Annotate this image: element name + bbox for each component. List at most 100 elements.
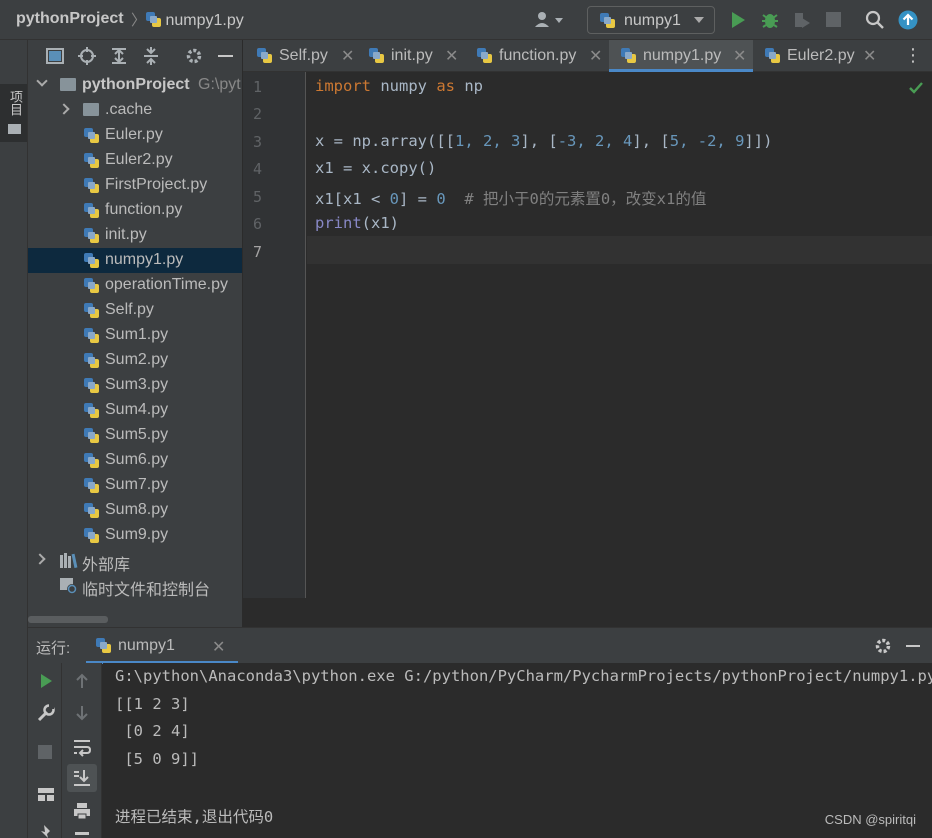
python-icon	[96, 638, 111, 653]
code-line-4: x1 = x.copy()	[315, 159, 437, 177]
run-configuration-dropdown[interactable]: numpy1	[587, 6, 715, 34]
project-panel: pythonProject G:\pyt .cache Euler.py Eul…	[28, 40, 242, 627]
tree-item-file-selected[interactable]: numpy1.py	[28, 248, 242, 273]
run-icon[interactable]	[728, 10, 748, 30]
python-file-icon	[84, 428, 99, 443]
close-icon[interactable]: ✕	[445, 46, 458, 66]
tree-item-file[interactable]: Self.py	[28, 298, 242, 323]
python-file-icon	[84, 128, 99, 143]
tab-euler2-py[interactable]: Euler2.py ✕	[757, 40, 883, 72]
tab-numpy1-py[interactable]: numpy1.py ✕	[609, 40, 753, 72]
line-number-gutter: 1 2 3 4 5 6 7	[243, 72, 306, 598]
print-icon[interactable]	[72, 801, 92, 821]
tree-item-file[interactable]: Euler2.py	[28, 148, 242, 173]
more-tabs-icon[interactable]: ⋮	[903, 46, 923, 66]
tree-item-cache[interactable]: .cache	[28, 98, 242, 123]
tree-item-file[interactable]: Sum4.py	[28, 398, 242, 423]
run-configuration-label: numpy1	[624, 12, 681, 29]
breadcrumb-project[interactable]: pythonProject	[16, 10, 124, 28]
tree-item-file[interactable]: Sum9.py	[28, 523, 242, 548]
python-file-icon	[84, 253, 99, 268]
locate-file-icon[interactable]	[78, 47, 96, 65]
wrench-icon[interactable]	[36, 703, 56, 723]
tree-item-file[interactable]: Euler.py	[28, 123, 242, 148]
python-file-icon	[257, 48, 272, 63]
tree-item-file[interactable]: Sum5.py	[28, 423, 242, 448]
line-number: 2	[253, 105, 263, 123]
tree-item-file[interactable]: FirstProject.py	[28, 173, 242, 198]
arrow-up-icon[interactable]	[72, 671, 92, 691]
gear-icon[interactable]	[185, 47, 203, 65]
tab-function-py[interactable]: function.py ✕	[469, 40, 607, 72]
close-icon[interactable]: ✕	[733, 46, 746, 66]
console-line: [5 0 9]]	[115, 750, 199, 768]
hide-panel-icon[interactable]	[218, 55, 233, 57]
stop-icon[interactable]	[826, 12, 841, 27]
console-line: [0 2 4]	[115, 722, 190, 740]
gear-icon[interactable]	[874, 637, 892, 655]
checkmark-icon[interactable]	[908, 80, 924, 96]
tree-item-file[interactable]: Sum1.py	[28, 323, 242, 348]
expand-all-icon[interactable]	[110, 47, 128, 65]
code-line-3: x = np.array([[1, 2, 3], [-3, 2, 4], [5,…	[315, 132, 773, 150]
python-file-icon	[84, 328, 99, 343]
tree-item-file[interactable]: Sum2.py	[28, 348, 242, 373]
tree-item-file[interactable]: Sum8.py	[28, 498, 242, 523]
search-icon[interactable]	[865, 10, 885, 30]
code-editor[interactable]: import numpy as np x = np.array([[1, 2, …	[307, 72, 932, 598]
python-file-icon	[84, 403, 99, 418]
close-icon[interactable]: ✕	[212, 637, 225, 657]
python-file-icon	[84, 203, 99, 218]
trash-icon[interactable]	[72, 829, 92, 838]
run-console[interactable]: G:\python\Anaconda3\python.exe G:/python…	[103, 663, 932, 838]
current-line-highlight	[307, 236, 932, 264]
tab-init-py[interactable]: init.py ✕	[361, 40, 465, 72]
project-toolbar	[28, 40, 242, 72]
rerun-icon[interactable]	[36, 671, 56, 691]
debug-icon[interactable]	[760, 10, 780, 30]
collapse-panel-icon[interactable]	[46, 47, 64, 65]
stop-icon[interactable]	[38, 745, 52, 759]
close-icon[interactable]: ✕	[341, 46, 354, 66]
tree-item-scratches[interactable]: 临时文件和控制台	[28, 573, 242, 598]
layout-icon[interactable]	[36, 785, 56, 805]
close-icon[interactable]: ✕	[863, 46, 876, 66]
tree-item-file[interactable]: function.py	[28, 198, 242, 223]
close-icon[interactable]: ✕	[589, 46, 602, 66]
tree-item-file[interactable]: Sum6.py	[28, 448, 242, 473]
project-tool-tab-label: 项目	[8, 90, 23, 116]
tree-item-file[interactable]: Sum7.py	[28, 473, 242, 498]
tab-self-py[interactable]: Self.py ✕	[249, 40, 357, 72]
python-file-icon	[84, 528, 99, 543]
tree-item-file[interactable]: operationTime.py	[28, 273, 242, 298]
tree-item-file[interactable]: Sum3.py	[28, 373, 242, 398]
horizontal-scrollbar[interactable]	[28, 616, 108, 623]
tree-item-file[interactable]: init.py	[28, 223, 242, 248]
line-number: 3	[253, 133, 263, 151]
tree-root-project[interactable]: pythonProject G:\pyt	[28, 73, 242, 98]
console-line: [[1 2 3]	[115, 695, 190, 713]
update-icon[interactable]	[898, 10, 918, 30]
breadcrumb-file[interactable]: numpy1.py	[146, 10, 244, 30]
breadcrumb-separator: 〉	[131, 12, 147, 29]
tree-item-external-libraries[interactable]: 外部库	[28, 548, 242, 573]
python-file-icon	[84, 178, 99, 193]
python-file-icon	[84, 278, 99, 293]
run-panel-header: 运行: numpy1 ✕	[28, 627, 932, 664]
chevron-right-icon	[34, 553, 46, 565]
scratches-icon	[60, 578, 77, 594]
hide-panel-icon[interactable]	[906, 645, 920, 647]
arrow-down-icon[interactable]	[72, 703, 92, 723]
python-file-icon	[84, 378, 99, 393]
soft-wrap-icon[interactable]	[72, 737, 92, 757]
navigation-bar: pythonProject 〉 numpy1.py numpy1	[0, 0, 932, 40]
python-icon	[600, 13, 615, 28]
folder-icon	[83, 103, 99, 116]
user-icon[interactable]	[534, 11, 564, 29]
pin-icon[interactable]	[36, 823, 56, 838]
python-file-icon	[84, 453, 99, 468]
collapse-all-icon[interactable]	[142, 47, 160, 65]
line-number: 4	[253, 160, 263, 178]
python-file-icon	[84, 153, 99, 168]
run-with-coverage-icon[interactable]	[792, 10, 812, 30]
